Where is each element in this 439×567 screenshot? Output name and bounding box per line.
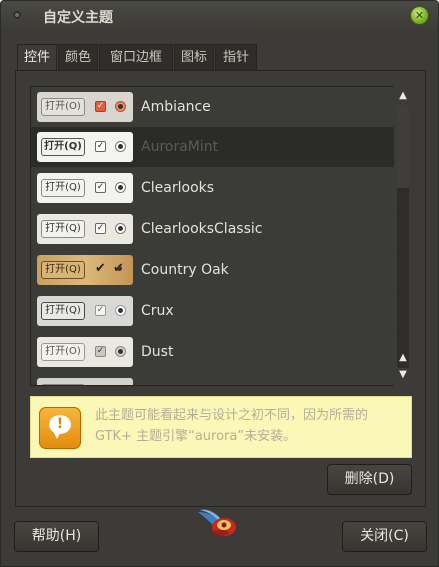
warning-infobar: ! 此主题可能看起来与设计之初不同，因为所需的 GTK+ 主题引擎“aurora…: [30, 396, 412, 458]
preview-button: [41, 384, 85, 385]
theme-name: Clearlooks: [141, 180, 215, 196]
theme-name: Ambiance: [141, 99, 211, 115]
delete-button[interactable]: 删除(D): [327, 464, 412, 495]
close-button[interactable]: 关闭(C): [342, 521, 427, 552]
theme-name: Country Oak: [141, 262, 229, 278]
theme-row-ambiance[interactable]: 打开(O) ✓ Ambiance: [31, 87, 394, 127]
preview-button: 打开(Q): [41, 302, 85, 320]
tab-panel: 打开(O) ✓ Ambiance 打开(Q) ✓ AuroraMint 打开(Q…: [15, 70, 426, 507]
checkbox-icon: ✔: [95, 261, 106, 276]
theme-name: Dust: [141, 344, 174, 360]
theme-row-country-oak[interactable]: 打开(Q) ✔ ✔ Country Oak: [31, 250, 394, 290]
theme-preview: [37, 378, 133, 385]
checkbox-icon: ✓: [95, 346, 106, 357]
close-icon[interactable]: ✕: [411, 7, 428, 24]
checkbox-icon: ✓: [95, 305, 106, 316]
theme-name: AuroraMint: [141, 139, 219, 155]
tab-controls[interactable]: 控件: [17, 44, 57, 71]
tab-colors[interactable]: 颜色: [58, 44, 98, 70]
tab-window-border[interactable]: 窗口边框: [99, 44, 173, 70]
scroll-down-icon[interactable]: ▼: [394, 367, 412, 383]
radio-icon: ✔: [113, 261, 126, 276]
theme-name: ClearlooksClassic: [141, 221, 263, 237]
checkbox-icon: ✓: [95, 101, 106, 112]
radio-icon: [115, 182, 126, 193]
theme-preview: 打开(Q) ✓: [37, 132, 133, 162]
theme-preview: 打开(O) ✓: [37, 337, 133, 367]
customize-theme-window: 自定义主题 ✕ 控件 颜色 窗口边框 图标 指针 打开(O) ✓ Ambianc…: [0, 0, 439, 567]
window-title: 自定义主题: [43, 10, 113, 26]
preview-button: 打开(Q): [41, 220, 85, 238]
scroll-up-icon[interactable]: ▲: [394, 88, 412, 104]
theme-mascot-icon: [198, 509, 236, 536]
theme-preview: 打开(Q) ✓: [37, 173, 133, 203]
theme-list[interactable]: 打开(O) ✓ Ambiance 打开(Q) ✓ AuroraMint 打开(Q…: [30, 86, 395, 386]
speech-bubble-exclamation-icon: !: [39, 407, 81, 449]
checkbox-icon: ✓: [95, 182, 106, 193]
theme-row-dust[interactable]: 打开(O) ✓ Dust: [31, 332, 394, 372]
theme-preview: 打开(Q) ✓: [37, 296, 133, 326]
radio-icon: [115, 101, 126, 112]
scrollbar-thumb[interactable]: [397, 106, 409, 188]
checkbox-icon: ✓: [95, 141, 106, 152]
theme-row-crux[interactable]: 打开(Q) ✓ Crux: [31, 291, 394, 331]
tab-pointer[interactable]: 指针: [215, 44, 257, 70]
window-menu-icon[interactable]: [13, 11, 21, 19]
theme-list-scrollbar[interactable]: ▲ ▲ ▼: [394, 86, 412, 386]
help-button[interactable]: 帮助(H): [14, 521, 99, 552]
title-bar: 自定义主题 ✕: [1, 1, 438, 31]
radio-icon: [115, 223, 126, 234]
preview-button: 打开(O): [41, 98, 85, 116]
theme-name: Crux: [141, 303, 174, 319]
theme-preview: 打开(Q) ✔ ✔: [37, 255, 133, 285]
preview-button: 打开(O): [41, 343, 85, 361]
checkbox-icon: ✓: [95, 223, 106, 234]
theme-row-partial[interactable]: [31, 373, 394, 385]
theme-row-auroramint[interactable]: 打开(Q) ✓ AuroraMint: [31, 127, 394, 167]
warning-text: 此主题可能看起来与设计之初不同，因为所需的 GTK+ 主题引擎“aurora”未…: [95, 408, 369, 444]
radio-icon: [115, 305, 126, 316]
theme-row-clearlooksclassic[interactable]: 打开(Q) ✓ ClearlooksClassic: [31, 209, 394, 249]
preview-button: 打开(Q): [41, 179, 85, 197]
preview-button: 打开(Q): [41, 138, 85, 156]
scroll-up-icon[interactable]: ▲: [394, 350, 412, 366]
preview-button: 打开(Q): [41, 261, 85, 279]
radio-icon: [115, 141, 126, 152]
theme-preview: 打开(Q) ✓: [37, 214, 133, 244]
theme-row-clearlooks[interactable]: 打开(Q) ✓ Clearlooks: [31, 168, 394, 208]
radio-icon: [115, 346, 126, 357]
tab-icons[interactable]: 图标: [174, 44, 214, 70]
theme-preview: 打开(O) ✓: [37, 92, 133, 122]
